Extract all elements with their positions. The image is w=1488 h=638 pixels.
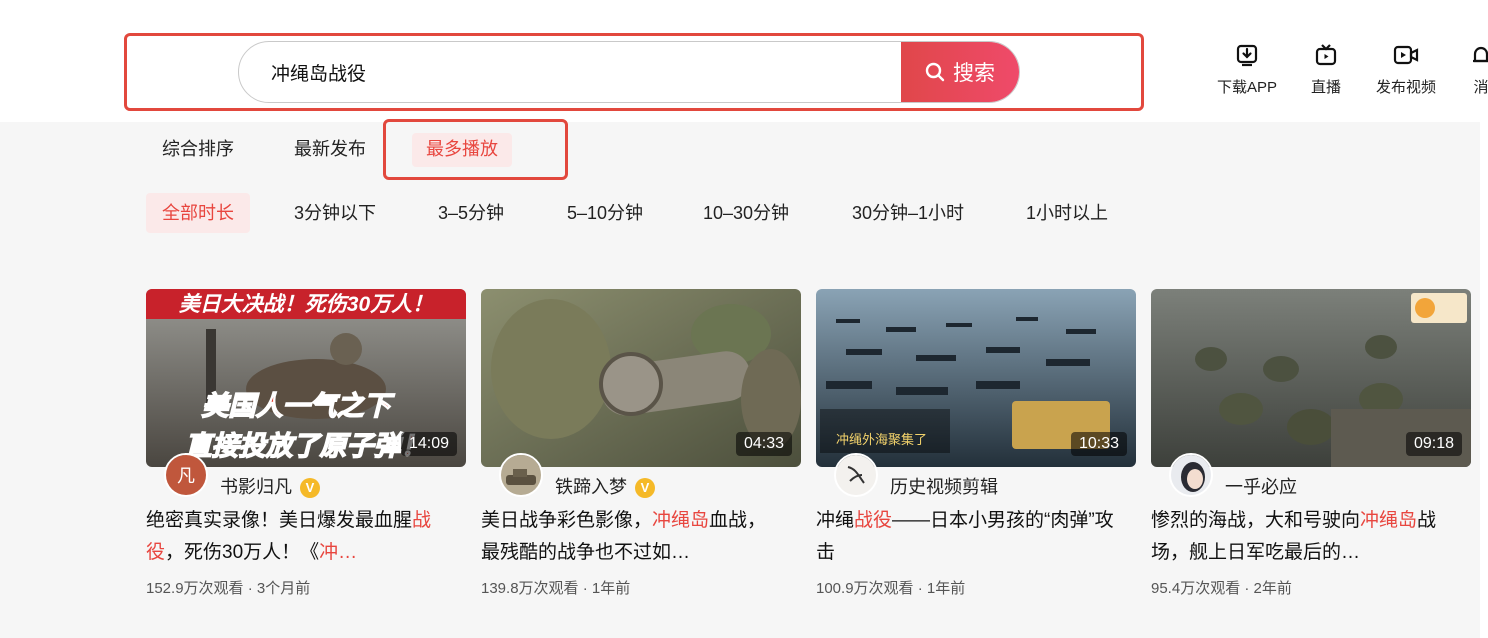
video-thumbnail[interactable]: 04:33 xyxy=(481,289,801,467)
video-camera-icon xyxy=(1393,45,1419,65)
avatar[interactable] xyxy=(834,453,878,497)
svg-text:冲绳外海聚集了: 冲绳外海聚集了 xyxy=(836,432,927,448)
tab-comprehensive[interactable]: 综合排序 xyxy=(148,133,248,167)
avatar[interactable] xyxy=(499,453,543,497)
video-meta: 139.8万次观看 · 1年前 xyxy=(481,580,631,597)
filter-3-5min[interactable]: 3–5分钟 xyxy=(422,193,520,233)
author-name[interactable]: 书影归凡 V xyxy=(220,473,320,499)
avatar[interactable] xyxy=(1169,453,1213,497)
filter-all-durations[interactable]: 全部时长 xyxy=(146,193,250,233)
verified-icon: V xyxy=(300,478,320,498)
video-meta: 152.9万次观看 · 3个月前 xyxy=(146,580,311,597)
nav-label: 下载APP xyxy=(1216,79,1277,96)
video-title[interactable]: 美日战争彩色影像，冲绳岛血战，最残酷的战争也不过如… xyxy=(481,505,781,569)
search-highlight-box xyxy=(124,33,1144,111)
verified-icon: V xyxy=(635,478,655,498)
filter-10-30min[interactable]: 10–30分钟 xyxy=(687,193,805,233)
nav-live[interactable]: 直播 xyxy=(1306,42,1346,97)
video-title[interactable]: 冲绳战役——日本小男孩的“肉弹”攻击 xyxy=(816,505,1116,569)
nav-label: 消 xyxy=(1473,79,1488,96)
filter-30min-1h[interactable]: 30分钟–1小时 xyxy=(836,193,980,233)
author-name[interactable]: 一乎必应 xyxy=(1225,473,1297,499)
video-thumbnail[interactable]: 09:18 xyxy=(1151,289,1471,467)
tab-latest[interactable]: 最新发布 xyxy=(280,133,380,167)
avatar[interactable]: 凡 xyxy=(164,453,208,497)
video-card[interactable]: 美日大决战！死伤30万人！ 美国人一气之下 直接投放了原子弹！ 14:09 凡 … xyxy=(146,289,466,598)
filter-under-3min[interactable]: 3分钟以下 xyxy=(278,193,392,233)
download-icon xyxy=(1236,44,1258,67)
video-thumbnail[interactable]: 冲绳外海聚集了 10:33 xyxy=(816,289,1136,467)
svg-text:美日大决战！死伤30万人！: 美日大决战！死伤30万人！ xyxy=(179,292,433,316)
nav-download-app[interactable]: 下载APP xyxy=(1210,42,1284,97)
video-meta: 100.9万次观看 · 1年前 xyxy=(816,580,966,597)
video-meta: 95.4万次观看 · 2年前 xyxy=(1151,580,1292,597)
top-bar: 搜索 下载APP 直播 发布视频 消 xyxy=(0,0,1488,122)
filter-5-10min[interactable]: 5–10分钟 xyxy=(551,193,659,233)
tv-icon xyxy=(1315,44,1337,66)
bell-icon xyxy=(1473,46,1488,63)
video-title[interactable]: 惨烈的海战，大和号驶向冲绳岛战场，舰上日军吃最后的… xyxy=(1151,505,1451,569)
video-thumbnail[interactable]: 美日大决战！死伤30万人！ 美国人一气之下 直接投放了原子弹！ 14:09 xyxy=(146,289,466,467)
nav-label: 发布视频 xyxy=(1375,79,1436,96)
sort-highlight-box xyxy=(383,119,568,180)
svg-text:美国人一气之下: 美国人一气之下 xyxy=(202,391,396,421)
nav-messages[interactable]: 消 xyxy=(1466,42,1488,97)
video-card[interactable]: 冲绳外海聚集了 10:33 历史视频剪辑 冲绳战役——日本小男孩的“肉弹”攻击 … xyxy=(816,289,1136,598)
video-card[interactable]: 09:18 一乎必应 惨烈的海战，大和号驶向冲绳岛战场，舰上日军吃最后的… 95… xyxy=(1151,289,1471,598)
video-card[interactable]: 04:33 铁蹄入梦 V 美日战争彩色影像，冲绳岛血战，最残酷的战争也不过如… 1… xyxy=(481,289,801,598)
author-name[interactable]: 铁蹄入梦 V xyxy=(555,473,655,499)
header-nav: 下载APP 直播 发布视频 消 xyxy=(1210,42,1488,102)
nav-upload[interactable]: 发布视频 xyxy=(1370,42,1442,97)
video-title[interactable]: 绝密真实录像！美日爆发最血腥战役，死伤30万人！《冲… xyxy=(146,505,446,569)
author-name[interactable]: 历史视频剪辑 xyxy=(890,473,998,499)
filter-over-1h[interactable]: 1小时以上 xyxy=(1010,193,1124,233)
nav-label: 直播 xyxy=(1310,79,1341,96)
svg-text:凡: 凡 xyxy=(177,466,195,487)
